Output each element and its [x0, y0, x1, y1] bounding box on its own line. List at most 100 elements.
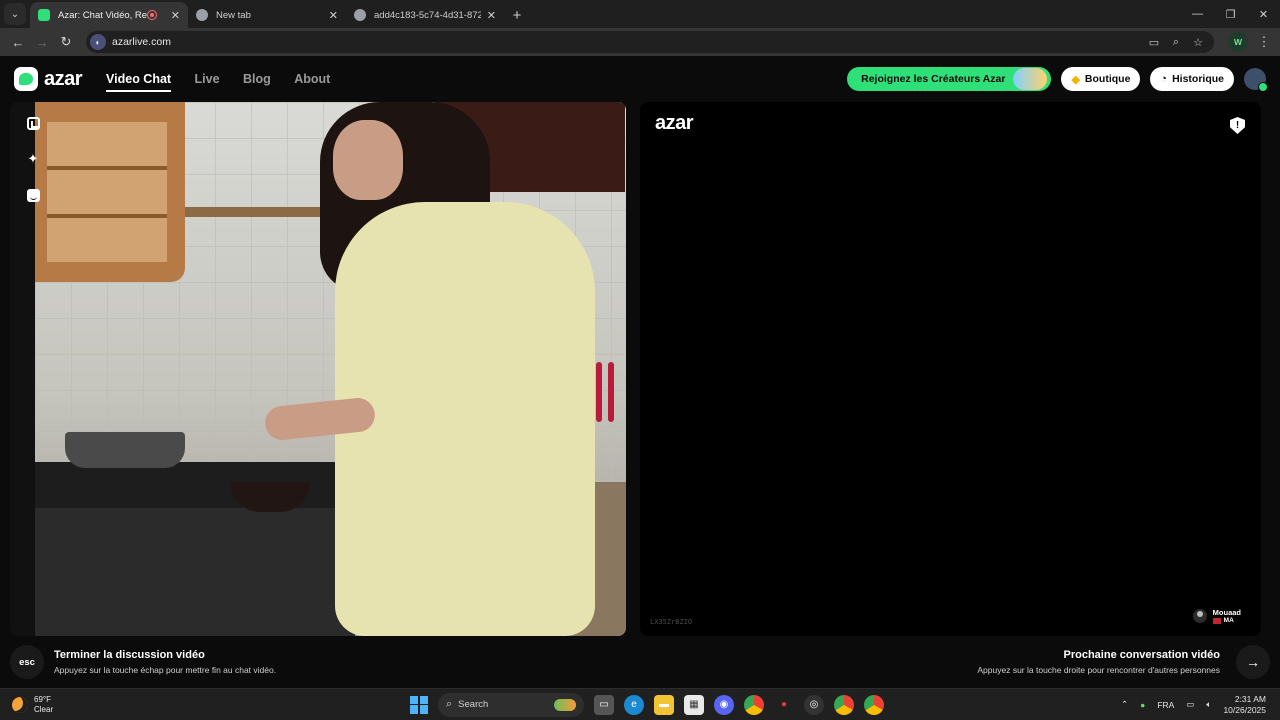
address-bar[interactable]: ◐ azarlive.com ▭ ⌕ ☆	[86, 31, 1214, 53]
session-id: LX35ZrBZIO	[650, 618, 693, 626]
tab-new-tab[interactable]: New tab ✕	[188, 2, 346, 28]
history-label: Historique	[1172, 73, 1224, 85]
report-shield-icon[interactable]: !	[1230, 117, 1245, 134]
window-controls: — ❐ ✕	[1181, 0, 1280, 28]
azar-favicon-icon	[38, 9, 50, 21]
azar-logo[interactable]: azar	[14, 67, 83, 91]
partner-panel-logo: azar	[655, 112, 694, 134]
tab-title: New tab	[216, 9, 251, 21]
video-tools: ✦	[20, 112, 46, 206]
tab-azar[interactable]: Azar: Chat Vidéo, Rencontr ✕	[30, 2, 188, 28]
volume-icon[interactable]: 🔈︎	[1206, 699, 1211, 710]
creators-illustration-icon	[1013, 68, 1048, 90]
recording-icon	[146, 10, 157, 20]
search-icon: ⌕	[446, 698, 453, 710]
end-chat-subtitle: Appuyez sur la touche échap pour mettre …	[54, 665, 277, 675]
temperature: 69°F	[34, 694, 51, 704]
clock-icon: ◔	[1160, 73, 1168, 85]
user-avatar[interactable]	[1244, 68, 1268, 92]
join-creators-button[interactable]: Rejoignez les Créateurs Azar	[847, 67, 1052, 91]
globe-icon	[354, 9, 366, 21]
nav-live[interactable]: Live	[195, 72, 220, 86]
zoom-icon[interactable]: ⌕	[1168, 34, 1184, 50]
camera-image	[35, 102, 626, 636]
time: 2:31 AM	[1234, 693, 1266, 704]
file-explorer-icon[interactable]: ▬	[654, 694, 674, 715]
close-tab-icon[interactable]: ✕	[329, 9, 338, 22]
video-chat-area: ✦ azar ! LX35ZrBZIO Mouaad MA	[0, 102, 1280, 636]
windows-start-icon[interactable]	[410, 695, 428, 714]
chrome-active-icon[interactable]	[864, 694, 884, 715]
tab-uuid[interactable]: add4c183-5c74-4d31-8721-f29 ✕	[346, 2, 504, 28]
chrome-profile-icon[interactable]	[834, 694, 854, 715]
main-nav: Video Chat Live Blog About	[106, 70, 349, 88]
moon-icon	[12, 696, 28, 713]
tray-chevron-icon[interactable]: ⌃	[1121, 699, 1128, 710]
end-chat-button[interactable]: esc	[10, 645, 44, 679]
site-info-icon[interactable]: ◐	[90, 34, 106, 50]
gem-icon: ◆	[1071, 73, 1080, 86]
weather-widget[interactable]: 69°F Clear	[0, 695, 200, 715]
next-chat-title: Prochaine conversation vidéo	[1063, 649, 1221, 661]
profile-avatar[interactable]: W	[1228, 32, 1248, 52]
steam-icon[interactable]: ◎	[804, 694, 824, 715]
microphone-icon[interactable]: ●	[774, 695, 794, 715]
discord-icon[interactable]: ◉	[714, 694, 734, 715]
partner-video-feed: azar ! LX35ZrBZIO Mouaad MA	[640, 102, 1261, 636]
tab-title: Azar: Chat Vidéo, Rencontr	[58, 9, 147, 21]
keyboard-hints: esc Terminer la discussion vidéo Appuyez…	[0, 636, 1280, 688]
close-window-icon[interactable]: ✕	[1247, 0, 1280, 28]
site-header: azar Video Chat Live Blog About Rejoigne…	[0, 56, 1280, 102]
forward-icon[interactable]: →	[30, 30, 54, 54]
system-tray: ⌃ ● FRA ▭ 🔈︎ 2:31 AM 10/26/2025	[1121, 694, 1280, 716]
history-button[interactable]: ◔ Historique	[1150, 67, 1234, 91]
peer-country-code: MA	[1223, 617, 1234, 624]
back-icon[interactable]: ←	[6, 30, 30, 54]
chrome-icon[interactable]	[744, 694, 764, 715]
tab-title: add4c183-5c74-4d31-8721-f29	[374, 9, 481, 21]
edge-icon[interactable]: e	[624, 694, 644, 715]
input-language[interactable]: FRA	[1157, 700, 1174, 710]
minimize-icon[interactable]: —	[1181, 0, 1214, 28]
browser-toolbar: ← → ↻ ◐ azarlive.com ▭ ⌕ ☆ W ⋮	[0, 28, 1280, 56]
azar-logo-icon	[14, 67, 38, 91]
my-video-feed: ✦	[10, 102, 626, 636]
close-tab-icon[interactable]: ✕	[171, 9, 180, 22]
windows-taskbar: 69°F Clear ⌕ Search ▭ e ▬ ▦ ◉ ● ◎ ⌃ ● FR…	[0, 688, 1280, 720]
globe-icon	[196, 9, 208, 21]
date: 10/26/2025	[1223, 704, 1266, 715]
nav-blog[interactable]: Blog	[243, 72, 271, 86]
nav-about[interactable]: About	[294, 72, 330, 86]
peer-name: Mouaad	[1212, 608, 1241, 617]
face-filter-icon[interactable]	[22, 184, 44, 206]
minimize-video-icon[interactable]	[22, 112, 44, 134]
taskbar-search[interactable]: ⌕ Search	[438, 692, 584, 717]
nav-video-chat[interactable]: Video Chat	[106, 72, 171, 86]
effects-sparkle-icon[interactable]: ✦	[22, 148, 44, 170]
shop-button[interactable]: ◆ Boutique	[1061, 67, 1141, 91]
search-placeholder: Search	[458, 699, 489, 710]
browser-menu-icon[interactable]: ⋮	[1254, 34, 1274, 50]
morocco-flag-icon	[1212, 617, 1221, 624]
peer-country: MA	[1212, 617, 1241, 624]
clock[interactable]: 2:31 AM 10/26/2025	[1223, 694, 1266, 716]
new-tab-button[interactable]: +	[504, 2, 530, 28]
store-icon[interactable]: ▦	[684, 694, 704, 715]
task-view-icon[interactable]: ▭	[594, 694, 614, 715]
browser-tab-strip: ⌄ Azar: Chat Vidéo, Rencontr ✕ New tab ✕…	[0, 0, 1280, 28]
reload-icon[interactable]: ↻	[54, 30, 78, 54]
next-chat-arrow-icon[interactable]: →	[1236, 645, 1270, 679]
cast-icon[interactable]: ▭	[1146, 34, 1162, 50]
mic-tray-icon[interactable]: ●	[1140, 700, 1145, 710]
peer-info[interactable]: Mouaad MA	[1192, 608, 1241, 624]
search-highlight-icon	[554, 698, 576, 711]
bookmark-star-icon[interactable]: ☆	[1190, 34, 1206, 50]
restore-icon[interactable]: ❐	[1214, 0, 1247, 28]
peer-avatar	[1192, 609, 1207, 623]
tab-search-button[interactable]: ⌄	[4, 3, 26, 25]
weather-condition: Clear	[34, 704, 54, 714]
network-icon[interactable]: ▭	[1186, 699, 1194, 710]
close-tab-icon[interactable]: ✕	[487, 9, 496, 22]
shop-label: Boutique	[1084, 73, 1131, 85]
join-creators-label: Rejoignez les Créateurs Azar	[861, 73, 1006, 85]
